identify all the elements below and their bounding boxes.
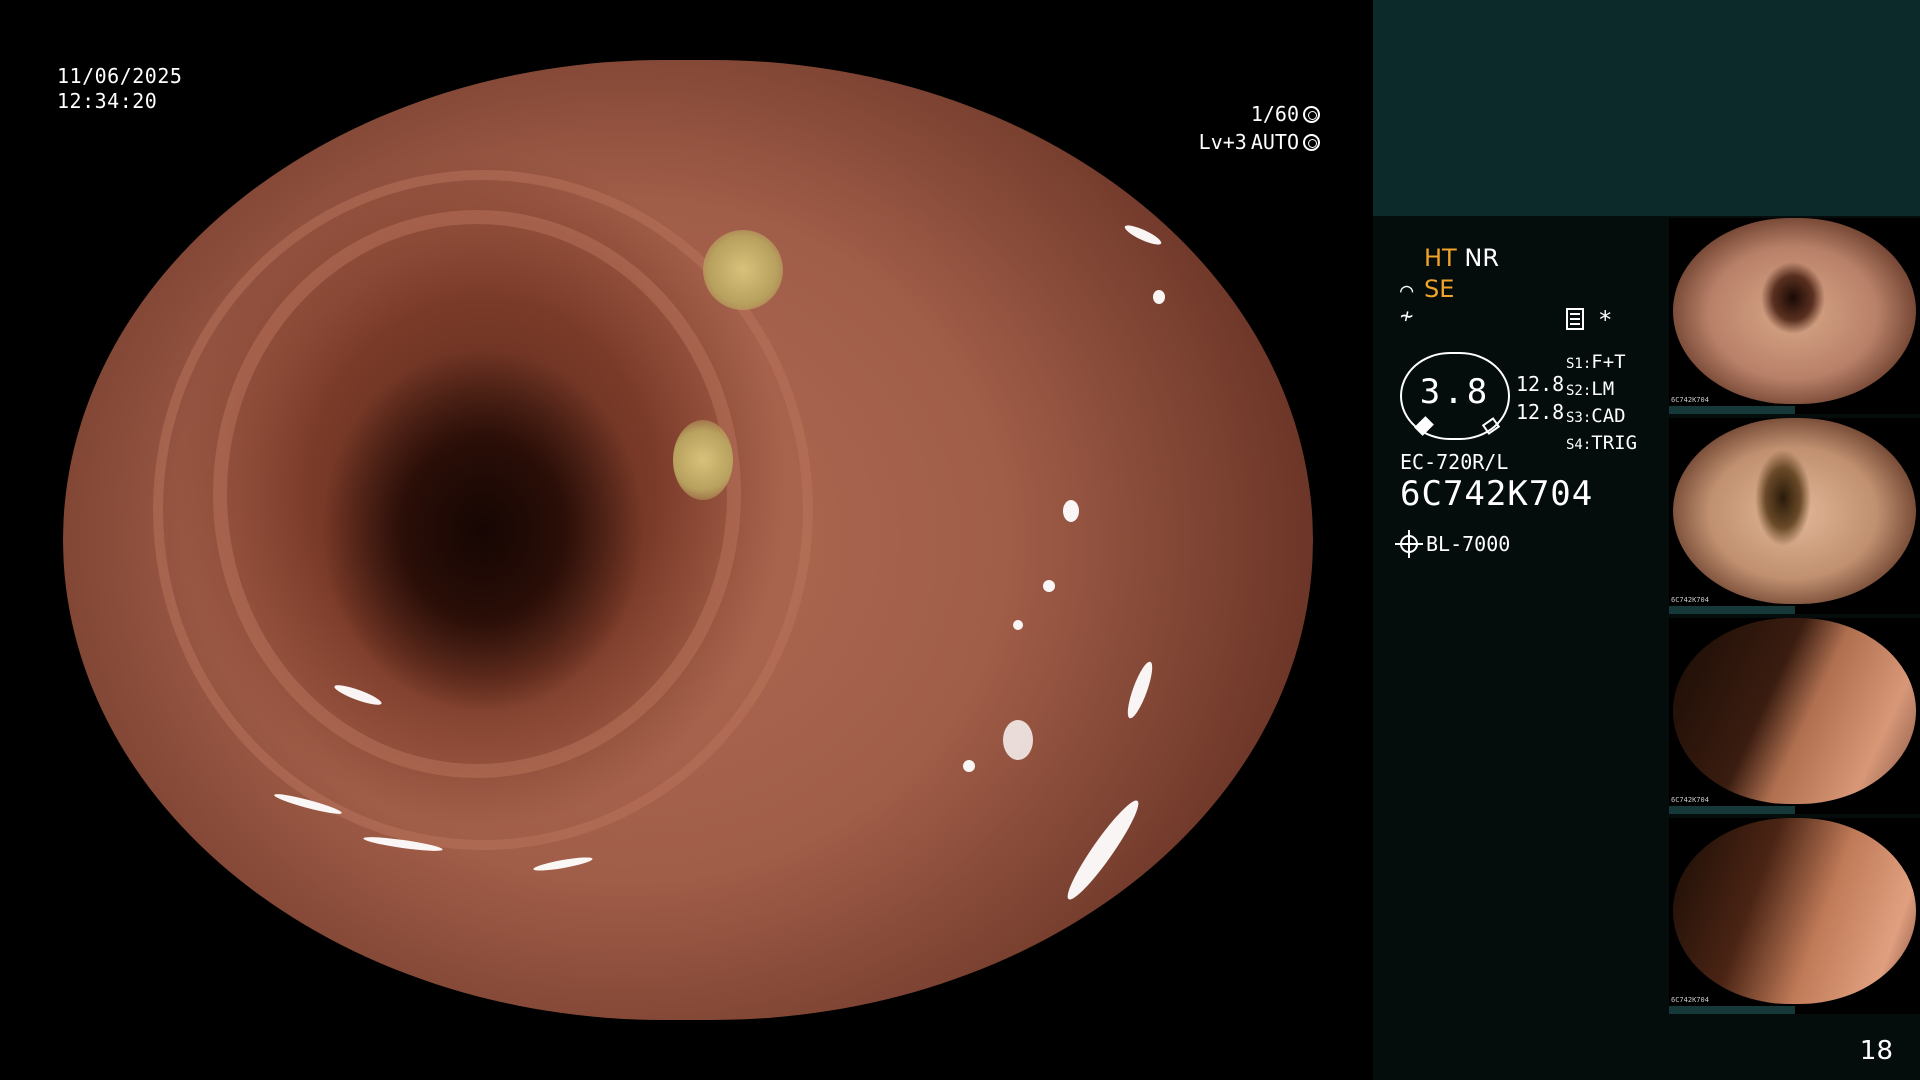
zoom-gauge: 3.8 xyxy=(1400,352,1510,440)
gauge-value: 3.8 xyxy=(1419,372,1491,412)
lesion-spot xyxy=(703,230,783,310)
exposure-readout: 1/60 Lv+3 AUTO xyxy=(1199,100,1320,156)
light-reflection xyxy=(1123,659,1157,721)
light-reflection xyxy=(1013,620,1023,630)
thumbnail-bar xyxy=(1669,406,1795,414)
light-source: BL-7000 xyxy=(1395,530,1511,558)
star-marker: * xyxy=(1598,306,1613,334)
shutter-speed: 1/60 xyxy=(1250,102,1299,126)
date-label: 11/06/2025 xyxy=(57,64,183,88)
capture-thumbnail[interactable]: 6C742K704 xyxy=(1669,218,1920,414)
thumbnail-serial: 6C742K704 xyxy=(1671,396,1709,404)
gauge-number: 12.8 xyxy=(1516,372,1565,396)
settings-list-icon xyxy=(1566,308,1584,330)
mode-ht: HT xyxy=(1424,244,1457,272)
shutter-icon xyxy=(1303,105,1320,123)
thumbnail-bar xyxy=(1669,806,1795,814)
mode-se: SE xyxy=(1424,275,1455,303)
thumbnail-bar xyxy=(1669,1006,1795,1014)
light-reflection xyxy=(1043,580,1055,592)
thumbnail-serial: 6C742K704 xyxy=(1671,796,1709,804)
thumbnail-serial: 6C742K704 xyxy=(1671,596,1709,604)
scope-serial: 6C742K704 xyxy=(1400,474,1594,514)
thumbnail-serial: 6C742K704 xyxy=(1671,996,1709,1004)
light-reflection xyxy=(1153,290,1165,304)
scope-switch-list: S1:F+T S2:LM S3:CAD S4:TRIG xyxy=(1566,350,1637,458)
enhancement-modes: HT NR xyxy=(1424,243,1499,273)
time-label: 12:34:20 xyxy=(57,89,158,113)
datetime-readout: 11/06/2025 12:34:20 xyxy=(57,64,182,114)
thumbnail-bar xyxy=(1669,606,1795,614)
gauge-readouts: 12.8 12.8 xyxy=(1516,370,1564,426)
light-reflection xyxy=(963,760,975,772)
exposure-level: Lv+3 xyxy=(1198,130,1247,154)
page-number: 18 xyxy=(1859,1036,1893,1066)
filter-icon: ≁ xyxy=(1400,304,1414,329)
gauge-number: 12.8 xyxy=(1516,400,1565,424)
light-reflection xyxy=(1122,222,1164,248)
capture-thumbnail[interactable]: 6C742K704 xyxy=(1669,818,1920,1014)
scope-model: EC-720R/L xyxy=(1400,450,1509,474)
lamp-icon xyxy=(1395,530,1423,558)
switch-item: S1:F+T xyxy=(1566,351,1626,373)
capture-thumbnail[interactable]: 6C742K704 xyxy=(1669,418,1920,614)
light-reflection xyxy=(1063,500,1079,522)
aperture-icon xyxy=(1303,133,1320,151)
thumbnail-image xyxy=(1673,218,1916,404)
switch-item: S4:TRIG xyxy=(1566,432,1638,454)
light-reflection xyxy=(1003,720,1033,760)
endoscope-main-view xyxy=(63,60,1313,1020)
mode-nr: NR xyxy=(1464,244,1499,272)
thumbnail-image xyxy=(1673,618,1916,804)
capture-thumbnail[interactable]: 6C742K704 xyxy=(1669,618,1920,814)
light-source-label: BL-7000 xyxy=(1426,532,1511,556)
scope-icon: ⌒ xyxy=(1400,278,1414,303)
light-reflection xyxy=(1060,795,1146,905)
light-reflection xyxy=(532,854,594,874)
switch-item: S2:LM xyxy=(1566,378,1615,400)
thumbnail-image xyxy=(1673,418,1916,604)
exposure-mode: AUTO xyxy=(1250,130,1299,154)
thumbnail-image xyxy=(1673,818,1916,1004)
info-panel-header xyxy=(1373,0,1920,216)
lesion-spot xyxy=(673,420,733,500)
switch-item: S3:CAD xyxy=(1566,405,1626,427)
